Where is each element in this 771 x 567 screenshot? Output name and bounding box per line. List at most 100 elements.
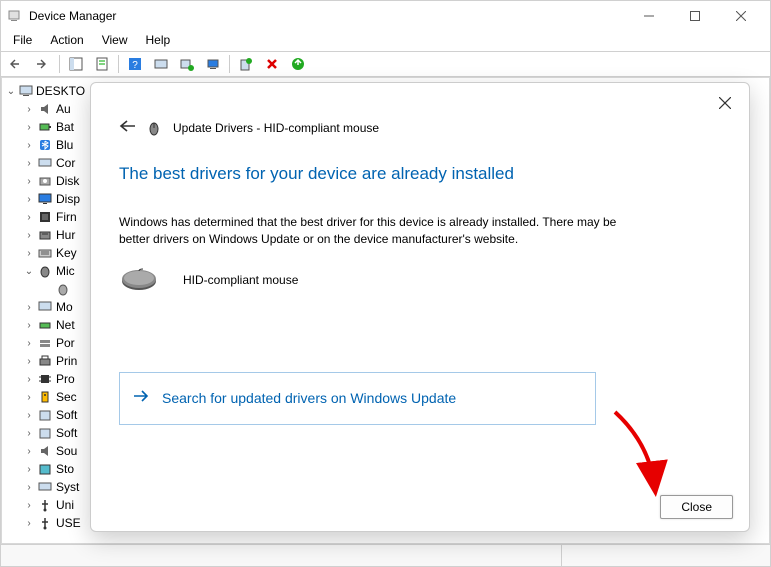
tree-item-label: Soft [56,426,77,440]
chevron-icon[interactable]: › [24,428,34,439]
battery-icon [37,119,53,135]
show-hide-icon[interactable] [64,53,88,75]
chevron-icon[interactable]: › [24,464,34,475]
storage-icon [37,461,53,477]
chevron-icon[interactable]: › [24,104,34,115]
sound-icon [37,443,53,459]
back-icon[interactable] [5,53,29,75]
tree-root-label: DESKTO [36,84,85,98]
toolbar: ? [1,51,770,77]
dialog-back-button[interactable] [119,117,137,138]
chevron-icon[interactable]: › [24,500,34,511]
update-drivers-dialog: Update Drivers - HID-compliant mouse The… [90,82,750,532]
tree-item-label: Sec [56,390,77,404]
tree-item-label: Au [56,102,71,116]
mouse-sub-icon [55,281,71,297]
dialog-close-button[interactable] [713,91,737,115]
tree-item-label: Hur [56,228,75,242]
chevron-icon[interactable]: › [24,410,34,421]
windows-update-link[interactable]: Search for updated drivers on Windows Up… [119,372,596,425]
chevron-icon[interactable]: › [24,374,34,385]
tree-item-label: Cor [56,156,75,170]
chevron-icon[interactable]: › [24,212,34,223]
menu-view[interactable]: View [94,31,136,51]
port-icon [37,335,53,351]
close-button[interactable]: Close [660,495,733,519]
computer-icon [37,155,53,171]
software2-icon [37,425,53,441]
chevron-icon[interactable]: › [24,392,34,403]
menu-file[interactable]: File [5,31,40,51]
system-icon [37,479,53,495]
device-image-icon [119,268,159,292]
chevron-icon[interactable]: › [24,176,34,187]
chevron-icon[interactable]: › [24,194,34,205]
chevron-icon[interactable]: › [24,248,34,259]
update-driver-icon[interactable] [201,53,225,75]
tree-item-label: Disp [56,192,80,206]
chevron-icon[interactable]: › [24,518,34,529]
statusbar [1,544,770,566]
minimize-button[interactable] [626,1,672,31]
chevron-icon[interactable]: › [24,320,34,331]
tree-item-label: Sto [56,462,74,476]
enable-icon[interactable] [286,53,310,75]
firmware-icon [37,209,53,225]
mouse-icon [37,263,53,279]
tree-item-label: Blu [56,138,73,152]
scan-hardware-icon[interactable] [149,53,173,75]
chevron-icon[interactable]: › [24,446,34,457]
uninstall-icon[interactable] [234,53,258,75]
close-window-button[interactable] [718,1,764,31]
display-icon [37,191,53,207]
chevron-icon[interactable]: › [24,140,34,151]
chevron-down-icon[interactable]: ⌄ [6,86,16,97]
chevron-icon[interactable]: › [24,302,34,313]
maximize-button[interactable] [672,1,718,31]
svg-text:?: ? [132,60,138,71]
tree-item-label: Key [56,246,77,260]
tree-item-label: Soft [56,408,77,422]
device-name-label: HID-compliant mouse [183,273,298,287]
app-icon [7,8,23,24]
tree-item-label: Mic [56,264,75,278]
chevron-icon[interactable]: › [24,158,34,169]
windows-update-link-text: Search for updated drivers on Windows Up… [162,390,456,406]
menubar: File Action View Help [1,31,770,51]
add-device-icon[interactable] [175,53,199,75]
dialog-heading: The best drivers for your device are alr… [119,164,721,184]
tree-item-label: USE [56,516,81,530]
window-title: Device Manager [29,9,116,23]
disable-icon[interactable] [260,53,284,75]
chevron-icon[interactable]: › [24,122,34,133]
computer-icon [18,83,34,99]
keyboard-icon [37,245,53,261]
chevron-icon[interactable]: › [24,356,34,367]
usb2-icon [37,515,53,531]
properties-icon[interactable] [90,53,114,75]
software-icon [37,407,53,423]
chevron-icon[interactable]: ⌄ [24,266,34,277]
security-icon [37,389,53,405]
chevron-icon[interactable]: › [24,230,34,241]
tree-item-label: Syst [56,480,79,494]
dialog-body-text: Windows has determined that the best dri… [119,214,619,248]
forward-icon[interactable] [31,53,55,75]
tree-item-label: Sou [56,444,77,458]
tree-item-label: Bat [56,120,74,134]
processor-icon [37,371,53,387]
chevron-icon[interactable]: › [24,338,34,349]
chevron-icon[interactable]: › [24,482,34,493]
mouse-icon [147,120,163,136]
tree-item-label: Net [56,318,75,332]
help-icon[interactable]: ? [123,53,147,75]
tree-item-label: Prin [56,354,77,368]
menu-help[interactable]: Help [138,31,179,51]
hid-icon [37,227,53,243]
monitor-icon [37,299,53,315]
bluetooth-icon [37,137,53,153]
tree-item-label: Uni [56,498,74,512]
menu-action[interactable]: Action [42,31,91,51]
printer-icon [37,353,53,369]
tree-item-label: Por [56,336,75,350]
